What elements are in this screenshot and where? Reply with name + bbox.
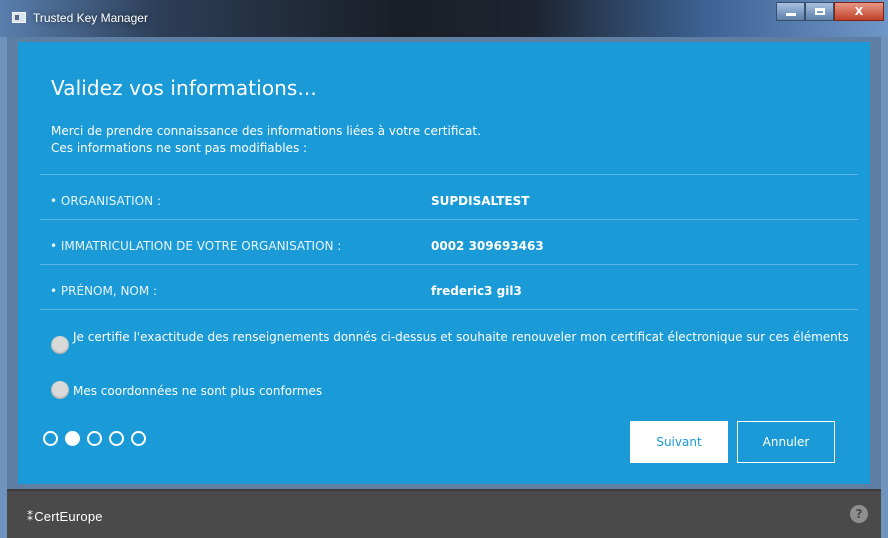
field-label: • ORGANISATION :	[50, 194, 161, 208]
info-row-name: • PRÉNOM, NOM : frederic3 gil3	[40, 264, 858, 310]
main-panel: Validez vos informations... Merci de pre…	[18, 42, 870, 484]
help-icon[interactable]: ?	[850, 505, 868, 523]
info-row-organisation: • ORGANISATION : SUPDISALTEST	[40, 174, 858, 219]
radio-confirm[interactable]	[51, 336, 69, 354]
intro-line-1: Merci de prendre connaissance des inform…	[51, 124, 481, 138]
next-button[interactable]: Suivant	[630, 421, 728, 463]
app-icon	[12, 12, 26, 23]
maximize-icon	[814, 8, 825, 15]
option-not-conform[interactable]: Mes coordonnées ne sont plus conformes	[51, 381, 863, 400]
option-confirm[interactable]: Je certifie l'exactitude des renseigneme…	[51, 328, 863, 354]
brand-logo: ⁑CertEurope	[27, 509, 103, 524]
step-dot	[43, 431, 58, 446]
cancel-button[interactable]: Annuler	[737, 421, 835, 463]
step-dot	[87, 431, 102, 446]
info-table: • ORGANISATION : SUPDISALTEST • IMMATRIC…	[40, 174, 858, 310]
window-controls: X	[776, 2, 884, 21]
step-dot	[131, 431, 146, 446]
maximize-button[interactable]	[805, 2, 834, 21]
close-button[interactable]: X	[834, 2, 884, 21]
page-title: Validez vos informations...	[51, 76, 317, 100]
field-value: SUPDISALTEST	[431, 194, 530, 208]
footer-divider	[7, 489, 881, 491]
field-value: frederic3 gil3	[431, 284, 522, 298]
option-not-conform-label: Mes coordonnées ne sont plus conformes	[73, 384, 323, 398]
option-confirm-label: Je certifie l'exactitude des renseigneme…	[73, 330, 849, 344]
field-label: • PRÉNOM, NOM :	[50, 284, 158, 298]
step-indicator	[43, 431, 146, 446]
field-value: 0002 309693463	[431, 239, 544, 253]
window-titlebar: Trusted Key Manager X	[0, 0, 888, 37]
info-row-immatriculation: • IMMATRICULATION DE VOTRE ORGANISATION …	[40, 219, 858, 264]
footer: ⁑CertEurope ?	[7, 489, 881, 538]
window-frame-left	[0, 37, 7, 538]
window-frame-right	[881, 37, 888, 538]
certeurope-logo-icon: ⁑	[27, 510, 34, 524]
minimize-icon	[785, 13, 796, 16]
step-dot-current	[65, 431, 80, 446]
intro-line-2: Ces informations ne sont pas modifiables…	[51, 141, 308, 155]
radio-not-conform[interactable]	[51, 381, 69, 399]
intro-text: Merci de prendre connaissance des inform…	[51, 123, 481, 157]
field-label: • IMMATRICULATION DE VOTRE ORGANISATION …	[50, 239, 342, 253]
close-icon: X	[854, 5, 864, 18]
minimize-button[interactable]	[776, 2, 805, 21]
window-title: Trusted Key Manager	[33, 11, 148, 25]
brand-name: CertEurope	[34, 509, 103, 524]
step-dot	[109, 431, 124, 446]
